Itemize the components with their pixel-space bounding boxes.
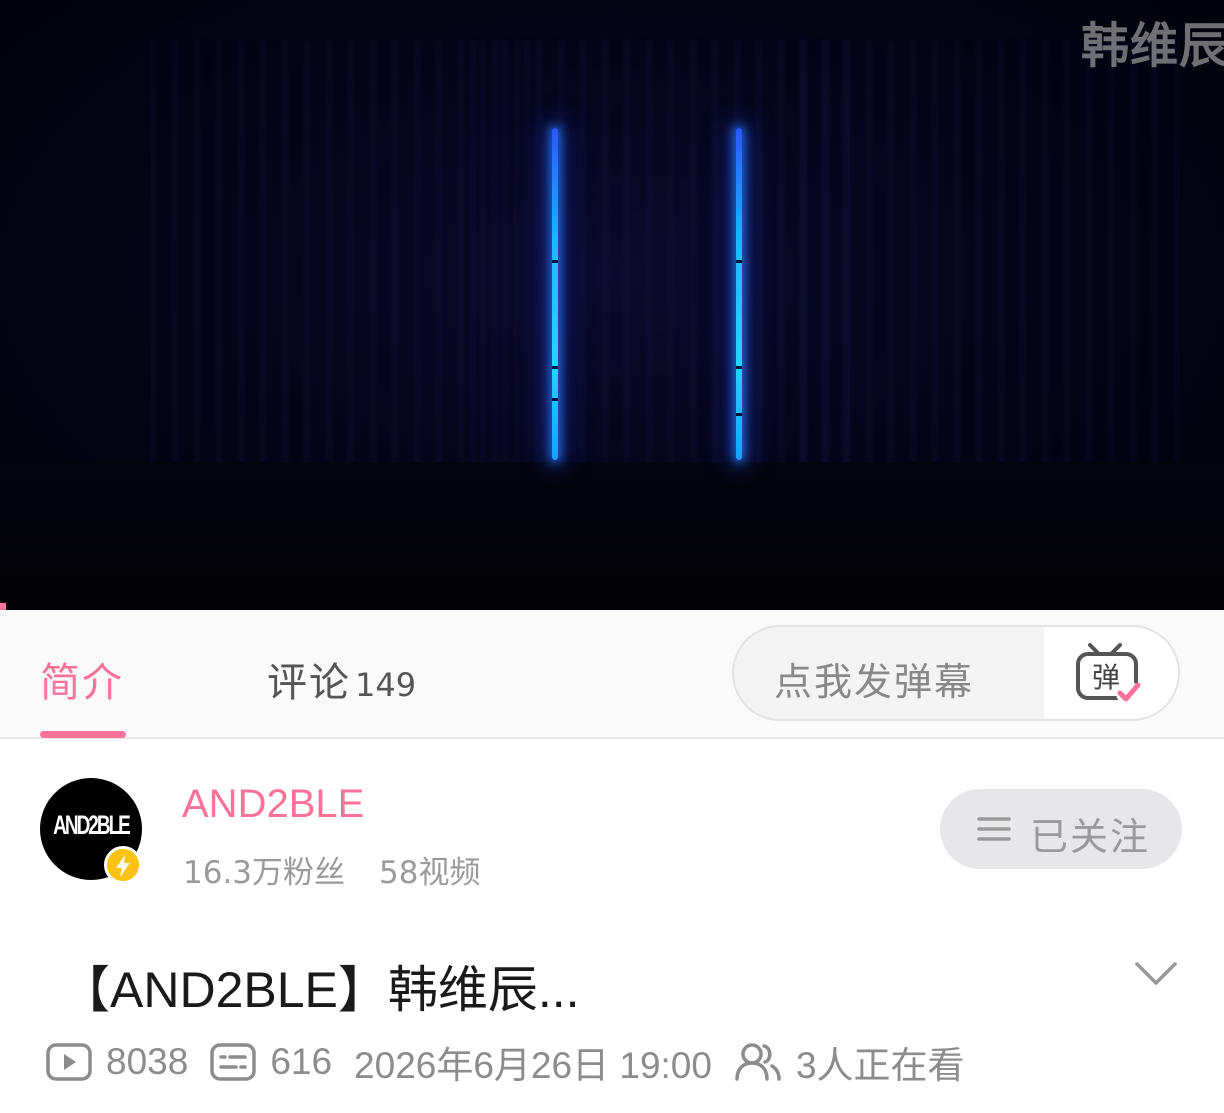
- uploader-video-count: 58视频: [379, 855, 481, 891]
- uploader-followers: 16.3万粉丝: [183, 855, 346, 891]
- watching-count: 3人正在看: [795, 1045, 965, 1086]
- video-title: 【AND2BLE】韩维辰...: [60, 962, 580, 1018]
- danmaku-input-placeholder: 点我发弹幕: [774, 660, 975, 704]
- tab-comments-label: 评论: [267, 660, 351, 706]
- danmaku-icon-text: 弹: [1092, 661, 1120, 694]
- stage-curtain-right: [800, 40, 1180, 470]
- follow-button[interactable]: 已关注: [940, 789, 1182, 869]
- avatar-logo-text: AND2BLE: [53, 811, 131, 841]
- uploader-name[interactable]: AND2BLE: [182, 782, 364, 827]
- stage-floor: [0, 462, 1224, 610]
- uploader-stats: 16.3万粉丝 58视频: [183, 847, 480, 892]
- video-meta-row: 8038 616 2026年6月26日 19:00 3人正在看: [46, 1040, 987, 1086]
- danmaku-on-icon: 弹: [1076, 643, 1141, 705]
- video-player[interactable]: 韩维辰: [0, 0, 1224, 610]
- tab-active-indicator: [40, 731, 126, 738]
- danmaku-input[interactable]: 点我发弹幕 弹: [732, 625, 1180, 721]
- play-count: 8038: [106, 1041, 189, 1082]
- danmaku-toggle-button[interactable]: 弹: [1044, 627, 1178, 719]
- viewers-icon: [735, 1043, 781, 1081]
- publish-datetime: 2026年6月26日 19:00: [354, 1045, 712, 1086]
- tab-bar: 简介 评论 149 点我发弹幕 弹: [0, 610, 1224, 739]
- video-watermark: 韩维辰: [1080, 18, 1224, 74]
- lightning-icon: [104, 846, 142, 884]
- play-count-icon: [46, 1043, 92, 1081]
- neon-light-right: [736, 128, 742, 460]
- video-progress-bar[interactable]: [0, 603, 6, 610]
- neon-light-left: [552, 128, 558, 460]
- tab-comments-count: 149: [355, 666, 417, 704]
- menu-icon: [977, 817, 1011, 841]
- chevron-down-icon[interactable]: [1134, 960, 1178, 988]
- danmaku-count-icon: [210, 1043, 257, 1081]
- stage-curtain-center: [470, 40, 850, 470]
- danmaku-count: 616: [270, 1041, 333, 1082]
- follow-button-label: 已关注: [1030, 815, 1151, 859]
- tab-comments[interactable]: 评论 149: [267, 650, 416, 708]
- tab-intro[interactable]: 简介: [40, 650, 124, 708]
